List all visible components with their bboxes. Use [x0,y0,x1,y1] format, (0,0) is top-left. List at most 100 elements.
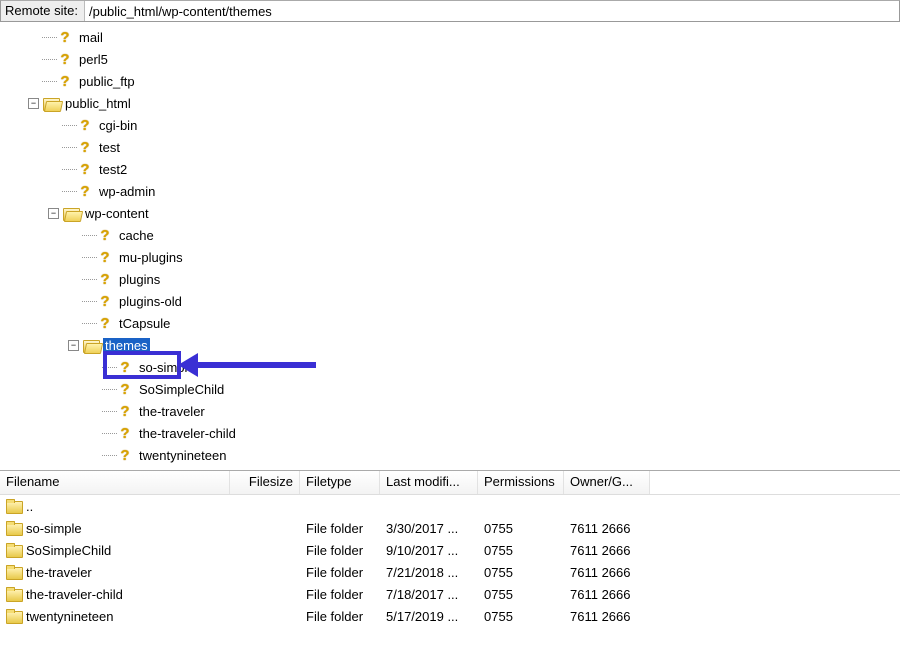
list-cell-type: File folder [300,543,380,558]
tree-row[interactable]: ?mu-plugins [0,246,900,268]
col-filesize[interactable]: Filesize [230,471,300,494]
unknown-icon: ? [117,425,133,441]
list-row[interactable]: so-simpleFile folder3/30/2017 ...0755761… [0,517,900,539]
list-filename: so-simple [26,521,82,536]
tree-row[interactable]: ?tCapsule [0,312,900,334]
unknown-icon: ? [77,139,93,155]
path-bar-label: Remote site: [1,1,85,21]
tree-connector [82,235,97,236]
tree-row[interactable]: ? plugins [0,268,900,290]
folder-icon [6,522,22,535]
tree-connector [62,169,77,170]
list-filename: the-traveler [26,565,92,580]
tree-row[interactable]: ? plugins-old [0,290,900,312]
path-bar: Remote site: [0,0,900,22]
tree-row[interactable]: ? test2 [0,158,900,180]
list-filename: SoSimpleChild [26,543,111,558]
tree-toggle[interactable]: − [68,340,79,351]
tree-node-label[interactable]: tCapsule [117,316,172,331]
tree-connector [102,389,117,390]
tree-row[interactable]: ? the-traveler-child [0,422,900,444]
tree-node-label[interactable]: test2 [97,162,129,177]
tree-node-label[interactable]: mu-plugins [117,250,185,265]
unknown-icon: ? [77,161,93,177]
tree-node-label[interactable]: wp-content [83,206,151,221]
unknown-icon: ? [97,293,113,309]
tree-node-label[interactable]: so-simple [137,360,197,375]
tree-node-label[interactable]: wp-admin [97,184,157,199]
tree-connector [82,257,97,258]
list-cell-mod: 7/18/2017 ... [380,587,478,602]
tree-node-label[interactable]: themes [103,338,150,353]
list-row[interactable]: SoSimpleChild File folder9/10/2017 ...075… [0,539,900,561]
unknown-icon: ? [97,271,113,287]
list-cell-own: 7611 2666 [564,587,650,602]
list-cell-type: File folder [300,565,380,580]
tree-row[interactable]: ? cache [0,224,900,246]
list-body: ..so-simpleFile folder3/30/2017 ...07557… [0,495,900,627]
list-cell-own: 7611 2666 [564,609,650,624]
tree-node-label[interactable]: the-traveler [137,404,207,419]
tree-node-label[interactable]: perl5 [77,52,110,67]
list-cell-perm: 0755 [478,609,564,624]
tree-node-label[interactable]: SoSimpleChild [137,382,226,397]
list-row[interactable]: the-traveler-child File folder7/18/2017 .… [0,583,900,605]
tree-connector [42,59,57,60]
tree-node-label[interactable]: cgi-bin [97,118,139,133]
path-input[interactable] [85,1,899,21]
list-cell-type: File folder [300,587,380,602]
list-cell-mod: 3/30/2017 ... [380,521,478,536]
tree-connector [62,191,77,192]
unknown-icon: ? [77,117,93,133]
tree-row[interactable]: ?perl5 [0,48,900,70]
tree-connector [62,147,77,148]
tree-connector [82,323,97,324]
list-cell-type: File folder [300,609,380,624]
tree-node-label[interactable]: plugins-old [117,294,184,309]
tree-row[interactable]: ? the-traveler [0,400,900,422]
col-owner-group[interactable]: Owner/G... [564,471,650,494]
remote-file-list: Filename Filesize Filetype Last modifi..… [0,470,900,627]
tree-node-label[interactable]: test [97,140,122,155]
col-filename[interactable]: Filename [0,471,230,494]
tree-row[interactable]: ?wp-admin [0,180,900,202]
tree-row[interactable]: − wp-content [0,202,900,224]
tree-row[interactable]: ? SoSimpleChild [0,378,900,400]
folder-icon [6,566,22,579]
tree-node-label[interactable]: mail [77,30,105,45]
list-cell-perm: 0755 [478,543,564,558]
tree-row[interactable]: − public_html [0,92,900,114]
unknown-icon: ? [117,381,133,397]
tree-node-label[interactable]: plugins [117,272,162,287]
unknown-icon: ? [57,29,73,45]
tree-node-label[interactable]: the-traveler-child [137,426,238,441]
tree-toggle[interactable]: − [48,208,59,219]
tree-node-label[interactable]: cache [117,228,156,243]
folder-icon [6,610,22,623]
tree-row[interactable]: ? mail [0,26,900,48]
tree-connector [42,81,57,82]
list-cell-mod: 9/10/2017 ... [380,543,478,558]
list-header: Filename Filesize Filetype Last modifi..… [0,471,900,495]
tree-row[interactable]: ? cgi-bin [0,114,900,136]
tree-row[interactable]: − themes [0,334,900,356]
tree-row[interactable]: ?so-simple [0,356,900,378]
list-filename: the-traveler-child [26,587,123,602]
col-permissions[interactable]: Permissions [478,471,564,494]
tree-node-label[interactable]: public_ftp [77,74,137,89]
list-row[interactable]: the-travelerFile folder7/21/2018 ...0755… [0,561,900,583]
col-last-modified[interactable]: Last modifi... [380,471,478,494]
unknown-icon: ? [117,403,133,419]
tree-toggle[interactable]: − [28,98,39,109]
list-filename: .. [26,499,33,514]
unknown-icon: ? [97,227,113,243]
list-row[interactable]: .. [0,495,900,517]
list-row[interactable]: twentynineteenFile folder5/17/2019 ...07… [0,605,900,627]
tree-node-label[interactable]: public_html [63,96,133,111]
col-filetype[interactable]: Filetype [300,471,380,494]
tree-node-label[interactable]: twentynineteen [137,448,228,463]
tree-row[interactable]: ?public_ftp [0,70,900,92]
tree-row[interactable]: ?twentynineteen [0,444,900,466]
tree-connector [82,301,97,302]
tree-row[interactable]: ? test [0,136,900,158]
